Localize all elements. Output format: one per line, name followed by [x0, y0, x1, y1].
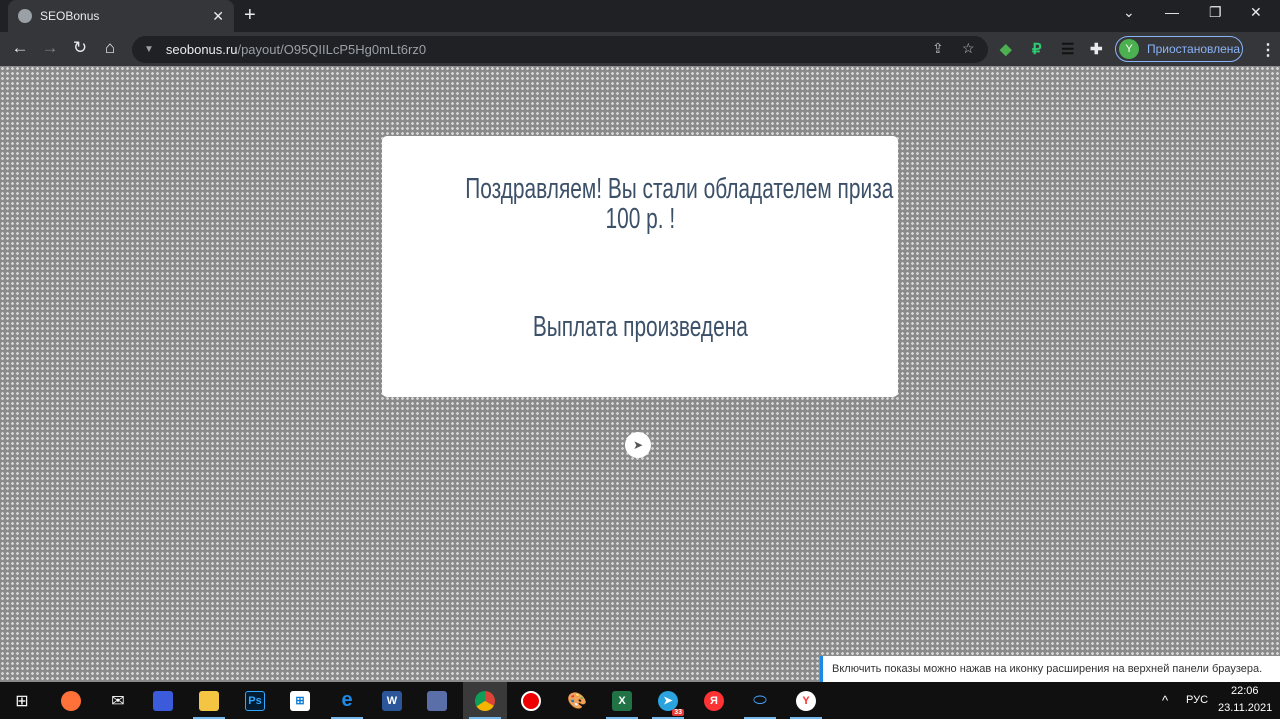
- tab-search-icon[interactable]: ⌄: [1123, 4, 1135, 21]
- page-background: Поздравляем! Вы стали обладателем приза …: [0, 66, 1280, 682]
- new-tab-button[interactable]: +: [244, 4, 256, 27]
- floppy-icon: [153, 690, 173, 711]
- url-host: seobonus.ru: [165, 42, 238, 57]
- yandex-browser-icon: Y: [796, 690, 816, 711]
- taskbar-word[interactable]: W: [370, 682, 414, 719]
- taskbar-photoshop[interactable]: Ps: [233, 682, 277, 719]
- mail-icon: ✉: [111, 692, 125, 710]
- menu-icon[interactable]: ⋮: [1260, 40, 1276, 60]
- close-window-button[interactable]: ✕: [1250, 4, 1262, 21]
- taskbar-mail[interactable]: ✉: [96, 682, 140, 719]
- extension-icon[interactable]: ◆: [1000, 40, 1012, 58]
- address-bar[interactable]: ▼ seobonus.ru/payout/O95QIILcP5Hg0mLt6rz…: [132, 36, 988, 63]
- forward-button[interactable]: →: [39, 38, 61, 58]
- close-tab-icon[interactable]: ✕: [212, 8, 224, 25]
- share-icon[interactable]: ⇪: [932, 40, 944, 57]
- taskbar-yandex-music[interactable]: Я: [692, 682, 736, 719]
- taskbar-paint[interactable]: 🎨: [555, 682, 599, 719]
- taskbar-excel[interactable]: X: [600, 682, 644, 719]
- taskbar-yandex-browser[interactable]: Y: [784, 682, 828, 719]
- windows-icon: ⊞: [15, 692, 29, 710]
- extension-notice: Включить показы можно нажав на иконку ра…: [820, 656, 1280, 682]
- avatar: Y: [1119, 39, 1139, 59]
- clock-time[interactable]: 22:06: [1231, 685, 1259, 697]
- start-button[interactable]: ⊞: [0, 682, 44, 719]
- telegram-badge: 33: [672, 708, 684, 716]
- language-indicator[interactable]: РУС: [1186, 694, 1208, 706]
- palette-icon: 🎨: [567, 692, 587, 710]
- taskbar-firefox[interactable]: [49, 682, 93, 719]
- filter-extension-icon[interactable]: ☰: [1061, 40, 1074, 58]
- taskbar-telegram[interactable]: ➤ 33: [646, 682, 690, 719]
- minimize-button[interactable]: —: [1165, 4, 1179, 20]
- globe-icon: [18, 9, 32, 23]
- ruble-extension-icon[interactable]: ₽: [1032, 40, 1042, 58]
- yandex-icon: Я: [704, 690, 724, 711]
- taskbar-store[interactable]: ⊞: [278, 682, 322, 719]
- tab-title: SEOBonus: [40, 9, 100, 23]
- chrome-icon: [475, 690, 495, 711]
- telegram-icon: ➤ 33: [658, 690, 684, 716]
- telegram-share-button[interactable]: ➤: [625, 432, 651, 458]
- word-icon: W: [382, 690, 402, 711]
- prize-card: Поздравляем! Вы стали обладателем приза …: [382, 136, 898, 397]
- firefox-icon: [61, 690, 81, 711]
- browser-toolbar: ← → ↻ ⌂ ▼ seobonus.ru/payout/O95QIILcP5H…: [0, 32, 1280, 66]
- edge-icon: e: [341, 689, 353, 711]
- profile-button[interactable]: Y Приостановлена: [1115, 36, 1243, 62]
- blue-app-icon: ⬭: [753, 691, 767, 709]
- chevron-down-icon: ▼: [144, 44, 154, 55]
- app-icon: [427, 690, 447, 711]
- clock-date[interactable]: 23.11.2021: [1218, 702, 1272, 714]
- tab-strip: SEOBonus ✕ + ⌄ — ❐ ✕: [0, 0, 1280, 32]
- back-button[interactable]: ←: [9, 38, 31, 58]
- store-icon: ⊞: [290, 690, 310, 711]
- photoshop-icon: Ps: [245, 690, 265, 711]
- taskbar: ⊞ ✉ Ps ⊞ e W 🎨 X ➤ 33 Я ⬭ Y ^ РУС 22:06 2…: [0, 682, 1280, 719]
- tray-chevron-icon[interactable]: ^: [1162, 693, 1168, 708]
- home-button[interactable]: ⌂: [99, 38, 121, 58]
- taskbar-app-blue[interactable]: ⬭: [738, 682, 782, 719]
- profile-status: Приостановлена: [1147, 42, 1241, 56]
- taskbar-recorder[interactable]: [509, 682, 553, 719]
- url-path: /payout/O95QIILcP5Hg0mLt6rz0: [237, 42, 427, 57]
- puzzle-icon[interactable]: ✚: [1090, 40, 1103, 58]
- taskbar-edge[interactable]: e: [325, 682, 369, 719]
- tab-seobonus[interactable]: SEOBonus ✕: [8, 0, 234, 32]
- taskbar-explorer[interactable]: [187, 682, 231, 719]
- restore-button[interactable]: ❐: [1209, 4, 1222, 21]
- folder-icon: [199, 690, 219, 711]
- payout-status: Выплата произведена: [532, 311, 748, 343]
- excel-icon: X: [612, 690, 632, 711]
- paper-plane-icon: ➤: [632, 438, 644, 452]
- taskbar-app[interactable]: [415, 682, 459, 719]
- record-icon: [521, 690, 541, 711]
- bookmark-star-icon[interactable]: ☆: [962, 40, 975, 57]
- taskbar-save[interactable]: [141, 682, 185, 719]
- prize-title: Поздравляем! Вы стали обладателем приза: [465, 173, 894, 205]
- taskbar-chrome[interactable]: [463, 682, 507, 719]
- reload-button[interactable]: ↻: [69, 38, 91, 58]
- prize-amount: 100 р. !: [605, 203, 675, 235]
